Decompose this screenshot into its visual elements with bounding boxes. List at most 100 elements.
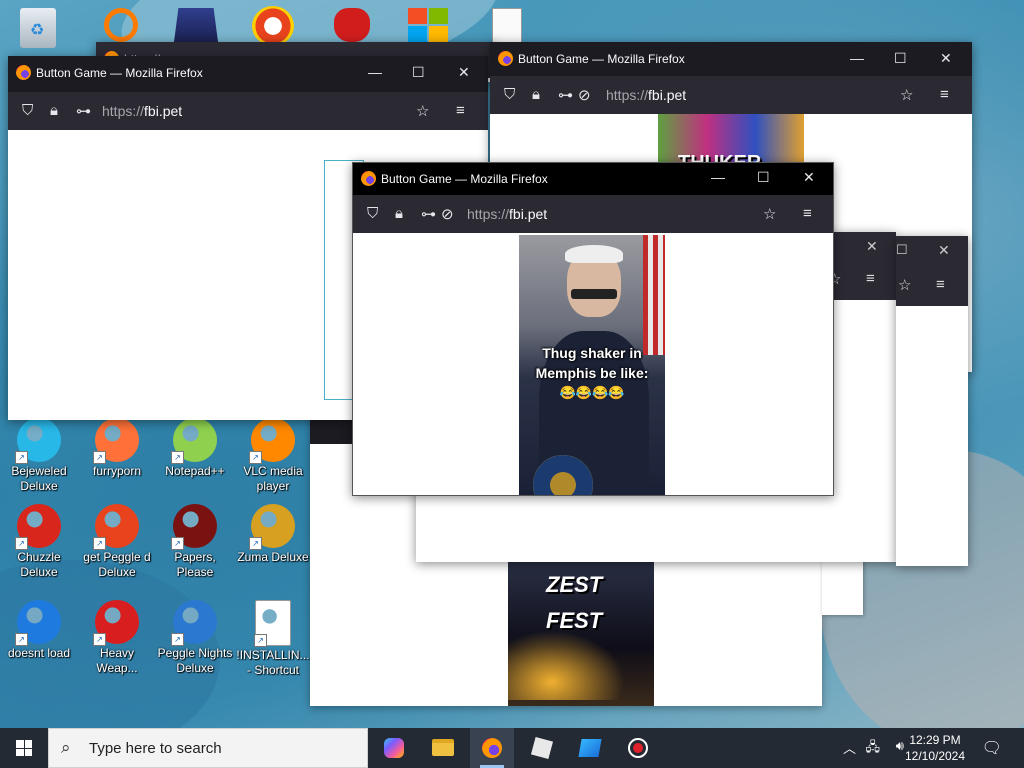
clock-date: 12/10/2024 bbox=[904, 749, 966, 763]
shortcut-arrow-icon: ↗ bbox=[15, 537, 28, 550]
desktop-icon-label: Peggle Nights Deluxe bbox=[157, 646, 233, 675]
maximize-button[interactable]: ☐ bbox=[896, 242, 908, 258]
copilot-icon[interactable] bbox=[372, 728, 416, 768]
bookmark-star-icon[interactable]: ☆ bbox=[763, 205, 776, 223]
bookmark-star-icon[interactable]: ☆ bbox=[898, 276, 911, 294]
radiation-icon: ↗ bbox=[93, 600, 139, 646]
menu-icon[interactable]: ≡ bbox=[866, 270, 875, 287]
windows-logo-icon bbox=[16, 740, 32, 756]
desktop-icon[interactable]: ↗ Papers, Please bbox=[157, 504, 233, 580]
file-explorer-icon[interactable] bbox=[420, 728, 464, 768]
roblox-icon[interactable] bbox=[520, 728, 564, 768]
lock-icon[interactable]: 🔒︎ bbox=[532, 86, 540, 103]
firefox-icon[interactable] bbox=[470, 728, 514, 768]
taskbar: ⌕ Type here to search ︿ 🖧︎ 🔊︎ 12:29 PM 1… bbox=[0, 728, 1024, 768]
shortcut-arrow-icon: ↗ bbox=[93, 537, 106, 550]
menu-icon[interactable]: ≡ bbox=[940, 86, 949, 103]
desktop-icon[interactable]: ↗ Heavy Weap... bbox=[79, 600, 155, 676]
taskbar-search-box[interactable]: ⌕ Type here to search bbox=[48, 728, 368, 768]
desktop-icon[interactable]: ↗ Notepad++ bbox=[157, 418, 233, 479]
close-button[interactable]: ✕ bbox=[940, 50, 952, 67]
lock-icon[interactable]: 🔒︎ bbox=[395, 205, 403, 222]
angry-birds-icon[interactable] bbox=[334, 8, 370, 42]
browser-window-far-right[interactable]: ☐ ✕ ☆ ≡ bbox=[896, 236, 968, 566]
notepadpp-icon: ↗ bbox=[171, 418, 217, 464]
desktop-icon[interactable]: ↗ Zuma Deluxe bbox=[235, 504, 311, 565]
close-button[interactable]: ✕ bbox=[866, 238, 878, 255]
address-bar[interactable]: https://fbi.pet bbox=[102, 103, 182, 119]
tracking-blocked-icon[interactable]: ⊘ bbox=[441, 205, 454, 223]
permissions-icon[interactable]: ⊶ bbox=[421, 205, 436, 223]
minimize-button[interactable]: — bbox=[368, 64, 382, 80]
desktop-icon[interactable]: ↗ Bejeweled Deluxe bbox=[1, 418, 77, 494]
peggle-icon: ↗ bbox=[93, 504, 139, 550]
shortcut-arrow-icon: ↗ bbox=[171, 451, 184, 464]
clock[interactable]: 12:29 PM 12/10/2024 bbox=[900, 732, 970, 764]
permissions-icon[interactable]: ⊶ bbox=[558, 86, 573, 104]
shortcut-arrow-icon: ↗ bbox=[249, 537, 262, 550]
shortcut-arrow-icon: ↗ bbox=[93, 451, 106, 464]
shortcut-arrow-icon: ↗ bbox=[254, 634, 267, 647]
search-placeholder: Type here to search bbox=[89, 740, 222, 757]
bookmark-star-icon[interactable]: ☆ bbox=[416, 102, 429, 120]
start-button[interactable] bbox=[0, 728, 48, 768]
malwarebytes-icon[interactable] bbox=[174, 8, 218, 42]
minimize-button[interactable]: — bbox=[711, 169, 725, 185]
address-bar[interactable]: https://fbi.pet bbox=[467, 206, 547, 222]
shortcut-arrow-icon: ↗ bbox=[249, 451, 262, 464]
lock-icon[interactable]: 🔒︎ bbox=[50, 102, 58, 119]
search-icon: ⌕ bbox=[61, 738, 71, 757]
recycle-bin-icon[interactable]: ♻ bbox=[20, 8, 56, 48]
desktop-icon-label: VLC media player bbox=[243, 464, 303, 493]
bookmark-star-icon[interactable]: ☆ bbox=[900, 86, 913, 104]
minimize-button[interactable]: — bbox=[850, 50, 864, 66]
peggle-icon[interactable] bbox=[252, 6, 294, 46]
record-icon[interactable] bbox=[616, 728, 660, 768]
desktop-icon-label: Heavy Weap... bbox=[96, 646, 138, 675]
maximize-button[interactable]: ☐ bbox=[412, 64, 425, 81]
address-bar[interactable]: https://fbi.pet bbox=[606, 87, 686, 103]
roblox-studio-icon[interactable] bbox=[568, 728, 612, 768]
menu-icon[interactable]: ≡ bbox=[936, 276, 945, 293]
shield-icon[interactable]: ⛉ bbox=[22, 102, 33, 119]
menu-icon[interactable]: ≡ bbox=[803, 205, 812, 222]
close-button[interactable]: ✕ bbox=[803, 169, 815, 186]
text-file-icon[interactable] bbox=[492, 8, 522, 46]
desktop: ♻ ↗ Bejeweled Deluxe ↗ furryporn ↗ Notepad++ ↗… bbox=[0, 0, 1024, 728]
shortcut-arrow-icon: ↗ bbox=[15, 451, 28, 464]
zest-fest-image: ZEST FEST bbox=[508, 560, 654, 706]
image-text-zest: ZEST bbox=[546, 572, 603, 597]
desktop-icon[interactable]: ↗ VLC media player bbox=[235, 418, 311, 494]
menu-icon[interactable]: ≡ bbox=[456, 102, 465, 119]
desktop-icon-label: Zuma Deluxe bbox=[237, 550, 309, 564]
tray-chevron-icon[interactable]: ︿ bbox=[843, 738, 856, 757]
shortcut-arrow-icon: ↗ bbox=[15, 633, 28, 646]
desktop-icon[interactable]: ↗ doesnt load bbox=[1, 600, 77, 661]
close-button[interactable]: ✕ bbox=[938, 242, 950, 259]
desktop-icon[interactable]: ↗ Chuzzle Deluxe bbox=[1, 504, 77, 580]
maximize-button[interactable]: ☐ bbox=[894, 50, 907, 67]
desktop-icon-label: Papers, Please bbox=[174, 550, 216, 579]
browser-window-front[interactable]: Button Game — Mozilla Firefox — ☐ ✕ ⛉ 🔒︎… bbox=[352, 162, 834, 496]
desktop-icon-label: Bejeweled Deluxe bbox=[11, 464, 67, 493]
shield-icon[interactable]: ⛉ bbox=[367, 205, 378, 222]
desktop-icon-label: doesnt load bbox=[7, 646, 71, 660]
maximize-button[interactable]: ☐ bbox=[757, 169, 770, 186]
desktop-icon[interactable]: ↗ !INSTALLIN... - Shortcut bbox=[235, 600, 311, 678]
search-app-icon[interactable] bbox=[104, 8, 138, 42]
desktop-icon[interactable]: ↗ furryporn bbox=[79, 418, 155, 479]
desktop-icon[interactable]: ↗ get Peggle d Deluxe bbox=[79, 504, 155, 580]
desktop-icon-label: !INSTALLIN... - Shortcut bbox=[236, 648, 310, 677]
close-button[interactable]: ✕ bbox=[458, 64, 470, 81]
permissions-icon[interactable]: ⊶ bbox=[76, 102, 91, 120]
tracking-blocked-icon[interactable]: ⊘ bbox=[578, 86, 591, 104]
peggle-nights-icon: ↗ bbox=[171, 600, 217, 646]
network-icon[interactable]: 🖧︎ bbox=[866, 738, 881, 760]
windows-logo-icon[interactable] bbox=[408, 8, 448, 42]
desktop-icon[interactable]: ↗ Peggle Nights Deluxe bbox=[157, 600, 233, 676]
shield-icon[interactable]: ⛉ bbox=[504, 86, 515, 103]
notification-icon[interactable]: 🗨︎ bbox=[982, 738, 1002, 758]
shortcut-arrow-icon: ↗ bbox=[171, 537, 184, 550]
firefox-icon bbox=[361, 171, 376, 186]
meme-caption-line2: Memphis be like: bbox=[535, 365, 649, 381]
